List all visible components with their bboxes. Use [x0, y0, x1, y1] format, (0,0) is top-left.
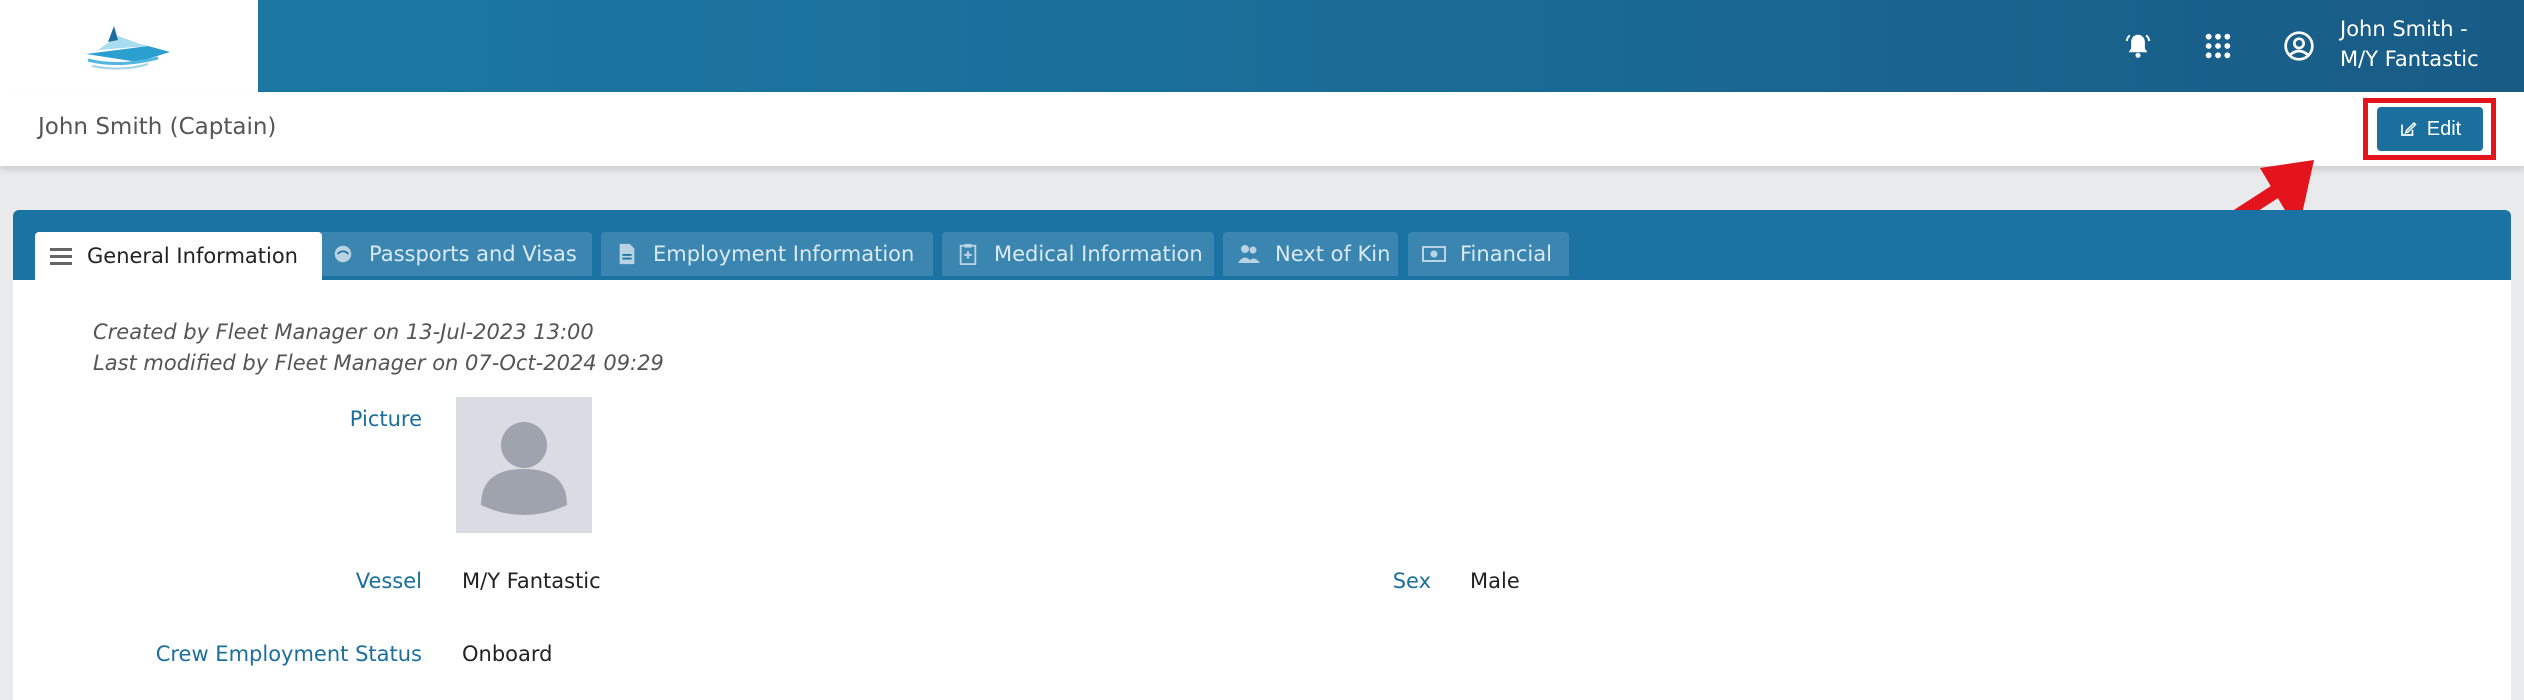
medical-clipboard-icon: [956, 242, 980, 266]
yacht-logo-icon: [86, 26, 170, 70]
tab-label: Medical Information: [994, 242, 1203, 266]
tab-label: General Information: [87, 244, 298, 268]
crew-employment-status-value: Onboard: [462, 642, 553, 666]
tab-label: Financial: [1460, 242, 1552, 266]
edit-button[interactable]: Edit: [2377, 107, 2483, 151]
edit-label: Edit: [2426, 117, 2462, 140]
notifications-button[interactable]: [2116, 24, 2160, 68]
tab-general-information[interactable]: General Information: [35, 232, 322, 280]
tab-next-of-kin[interactable]: Next of Kin: [1223, 232, 1398, 276]
tab-label: Next of Kin: [1275, 242, 1391, 266]
tab-passports-and-visas[interactable]: Passports and Visas: [317, 232, 592, 276]
user-menu-button[interactable]: [2277, 24, 2321, 68]
tab-employment-information[interactable]: Employment Information: [601, 232, 933, 276]
tab-label: Employment Information: [653, 242, 915, 266]
tab-bar: General Information Passports and Visas …: [13, 210, 2511, 280]
logo[interactable]: [0, 0, 258, 92]
list-icon: [49, 244, 73, 268]
user-name[interactable]: John Smith - M/Y Fantastic: [2340, 14, 2479, 74]
created-info: Created by Fleet Manager on 13-Jul-2023 …: [93, 320, 594, 344]
vessel-value: M/Y Fantastic: [462, 569, 601, 593]
bell-icon: [2125, 34, 2151, 58]
sex-value: Male: [1470, 569, 1520, 593]
money-icon: [1422, 242, 1446, 266]
picture-label: Picture: [349, 407, 422, 431]
people-icon: [1237, 242, 1261, 266]
page-title: John Smith (Captain): [38, 114, 277, 140]
sex-label: Sex: [1392, 569, 1431, 593]
avatar-placeholder-icon: [481, 422, 567, 515]
passport-icon: [331, 242, 355, 266]
tab-financial[interactable]: Financial: [1408, 232, 1569, 276]
apps-grid-icon: [2205, 33, 2231, 59]
edit-icon: [2400, 121, 2417, 136]
apps-menu-button[interactable]: [2196, 24, 2240, 68]
modified-info: Last modified by Fleet Manager on 07-Oct…: [93, 351, 664, 375]
top-navbar: John Smith - M/Y Fantastic: [0, 0, 2524, 92]
tab-label: Passports and Visas: [369, 242, 577, 266]
profile-picture[interactable]: [456, 397, 592, 533]
content-card: General Information Passports and Visas …: [13, 210, 2511, 700]
document-icon: [615, 242, 639, 266]
tab-medical-information[interactable]: Medical Information: [942, 232, 1214, 276]
vessel-label: Vessel: [355, 569, 422, 593]
user-circle-icon: [2284, 31, 2314, 61]
crew-employment-status-label: Crew Employment Status: [155, 642, 422, 666]
